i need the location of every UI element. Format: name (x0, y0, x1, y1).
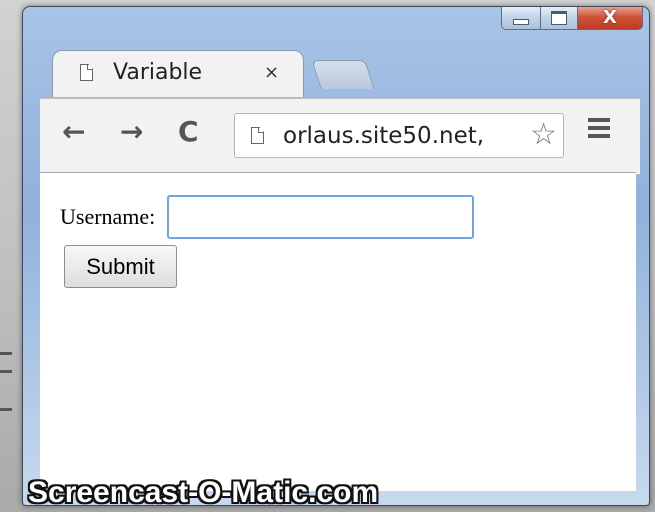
star-icon[interactable]: ☆ (530, 120, 557, 150)
maximize-icon (551, 11, 567, 25)
reload-icon[interactable]: C (178, 118, 199, 146)
window-controls: X (501, 7, 643, 30)
desktop-divider (0, 370, 12, 373)
username-input[interactable] (167, 195, 475, 239)
close-window-button[interactable]: X (578, 7, 643, 30)
minimize-icon (513, 19, 529, 25)
tab-title: Variable (113, 60, 203, 85)
desktop-divider (0, 352, 12, 355)
page-info-icon (251, 127, 264, 144)
page-content: Username: Submit (40, 172, 636, 491)
menu-icon[interactable] (588, 118, 610, 142)
forward-arrow-icon[interactable]: → (120, 118, 143, 146)
page-icon (80, 64, 93, 81)
minimize-button[interactable] (501, 7, 541, 30)
close-icon: X (603, 7, 617, 28)
maximize-button[interactable] (541, 7, 578, 30)
username-label: Username: (60, 204, 156, 229)
browser-toolbar: ← → C orlaus.site50.net, ☆ (40, 98, 640, 174)
desktop-divider (0, 408, 12, 411)
url-text[interactable]: orlaus.site50.net, (283, 123, 484, 149)
watermark: Screencast-O-Matic.com (28, 476, 379, 509)
address-bar[interactable]: orlaus.site50.net, ☆ (234, 113, 564, 158)
tab-close-icon[interactable]: × (264, 64, 279, 82)
username-row: Username: (60, 195, 475, 239)
new-tab-button[interactable] (311, 60, 375, 89)
submit-button[interactable]: Submit (64, 245, 177, 288)
back-arrow-icon[interactable]: ← (62, 118, 85, 146)
